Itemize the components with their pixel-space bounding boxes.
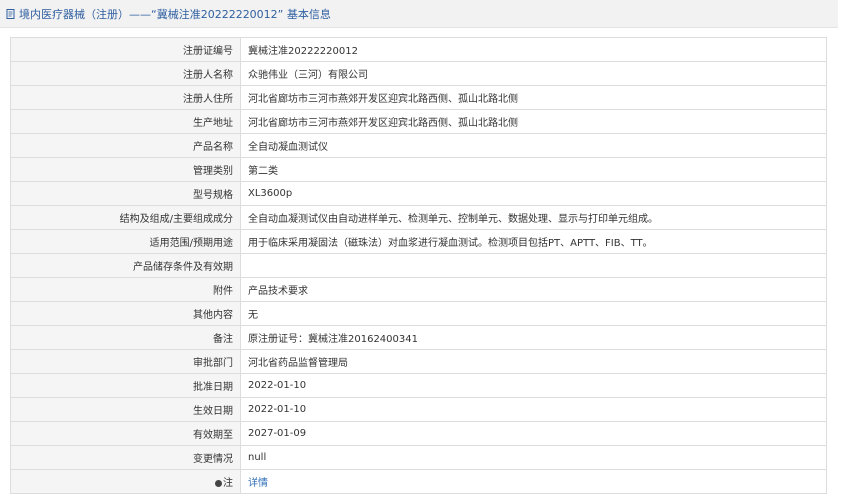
- field-value: 2022-01-10: [240, 373, 827, 398]
- field-label: 型号规格: [10, 181, 241, 206]
- field-value: 河北省廊坊市三河市燕郊开发区迎宾北路西侧、孤山北路北侧: [240, 85, 827, 110]
- field-value: XL3600p: [240, 181, 827, 206]
- field-value: 第二类: [240, 157, 827, 182]
- page-title: 境内医疗器械（注册）——“冀械注准20222220012” 基本信息: [19, 7, 331, 21]
- table-row: 有效期至 2027-01-09: [10, 421, 827, 446]
- field-value: 河北省药品监督管理局: [240, 349, 827, 374]
- field-label: 适用范围/预期用途: [10, 229, 241, 254]
- table-row: 注册证编号 冀械注准20222220012: [10, 37, 827, 62]
- field-label: 变更情况: [10, 445, 241, 470]
- field-label: 其他内容: [10, 301, 241, 326]
- field-label: 审批部门: [10, 349, 241, 374]
- field-label: 管理类别: [10, 157, 241, 182]
- field-value: 无: [240, 301, 827, 326]
- details-link[interactable]: 详情: [248, 478, 268, 489]
- field-label: 注册人住所: [10, 85, 241, 110]
- field-label: 有效期至: [10, 421, 241, 446]
- table-row-note: 注 详情: [10, 469, 827, 494]
- table-row: 批准日期 2022-01-10: [10, 373, 827, 398]
- field-label: 生产地址: [10, 109, 241, 134]
- field-label: 附件: [10, 277, 241, 302]
- document-icon: [6, 8, 16, 19]
- field-value: 用于临床采用凝固法（磁珠法）对血浆进行凝血测试。检测项目包括PT、APTT、FI…: [240, 229, 827, 254]
- note-label-cell: 注: [10, 469, 241, 494]
- field-value: 冀械注准20222220012: [240, 37, 827, 62]
- note-icon: [215, 480, 222, 487]
- table-row: 生效日期 2022-01-10: [10, 397, 827, 422]
- table-row: 注册人住所 河北省廊坊市三河市燕郊开发区迎宾北路西侧、孤山北路北侧: [10, 85, 827, 110]
- field-value: 全自动血凝测试仪由自动进样单元、检测单元、控制单元、数据处理、显示与打印单元组成…: [240, 205, 827, 230]
- page-header: 境内医疗器械（注册）——“冀械注准20222220012” 基本信息: [0, 0, 838, 28]
- table-row: 产品储存条件及有效期: [10, 253, 827, 278]
- field-label: 批准日期: [10, 373, 241, 398]
- table-row: 其他内容无: [10, 301, 827, 326]
- note-label: 注: [223, 478, 233, 489]
- field-value: 原注册证号：冀械注准20162400341: [240, 325, 827, 350]
- field-label: 注册人名称: [10, 61, 241, 86]
- note-value-cell: 详情: [240, 469, 827, 494]
- field-label: 产品名称: [10, 133, 241, 158]
- field-value: 众驰伟业（三河）有限公司: [240, 61, 827, 86]
- field-value: 2027-01-09: [240, 421, 827, 446]
- table-row: 备注 原注册证号：冀械注准20162400341: [10, 325, 827, 350]
- field-value: 全自动凝血测试仪: [240, 133, 827, 158]
- table-row: 变更情况 null: [10, 445, 827, 470]
- table-row: 型号规格 XL3600p: [10, 181, 827, 206]
- field-label: 产品储存条件及有效期: [10, 253, 241, 278]
- field-value: [240, 253, 827, 278]
- field-value: 2022-01-10: [240, 397, 827, 422]
- table-row: 产品名称 全自动凝血测试仪: [10, 133, 827, 158]
- table-row: 适用范围/预期用途 用于临床采用凝固法（磁珠法）对血浆进行凝血测试。检测项目包括P…: [10, 229, 827, 254]
- field-label: 备注: [10, 325, 241, 350]
- field-label: 注册证编号: [10, 37, 241, 62]
- table-row: 审批部门 河北省药品监督管理局: [10, 349, 827, 374]
- table-row: 附件 产品技术要求: [10, 277, 827, 302]
- registration-detail-table: 注册证编号 冀械注准20222220012 注册人名称 众驰伟业（三河）有限公司 注册人…: [10, 37, 827, 494]
- table-row: 生产地址 河北省廊坊市三河市燕郊开发区迎宾北路西侧、孤山北路北侧: [10, 109, 827, 134]
- field-value: 河北省廊坊市三河市燕郊开发区迎宾北路西侧、孤山北路北侧: [240, 109, 827, 134]
- table-row: 管理类别 第二类: [10, 157, 827, 182]
- table-row: 注册人名称 众驰伟业（三河）有限公司: [10, 61, 827, 86]
- field-label: 生效日期: [10, 397, 241, 422]
- table-row: 结构及组成/主要组成成分 全自动血凝测试仪由自动进样单元、检测单元、控制单元、数据…: [10, 205, 827, 230]
- field-value: 产品技术要求: [240, 277, 827, 302]
- field-label: 结构及组成/主要组成成分: [10, 205, 241, 230]
- field-value: null: [240, 445, 827, 470]
